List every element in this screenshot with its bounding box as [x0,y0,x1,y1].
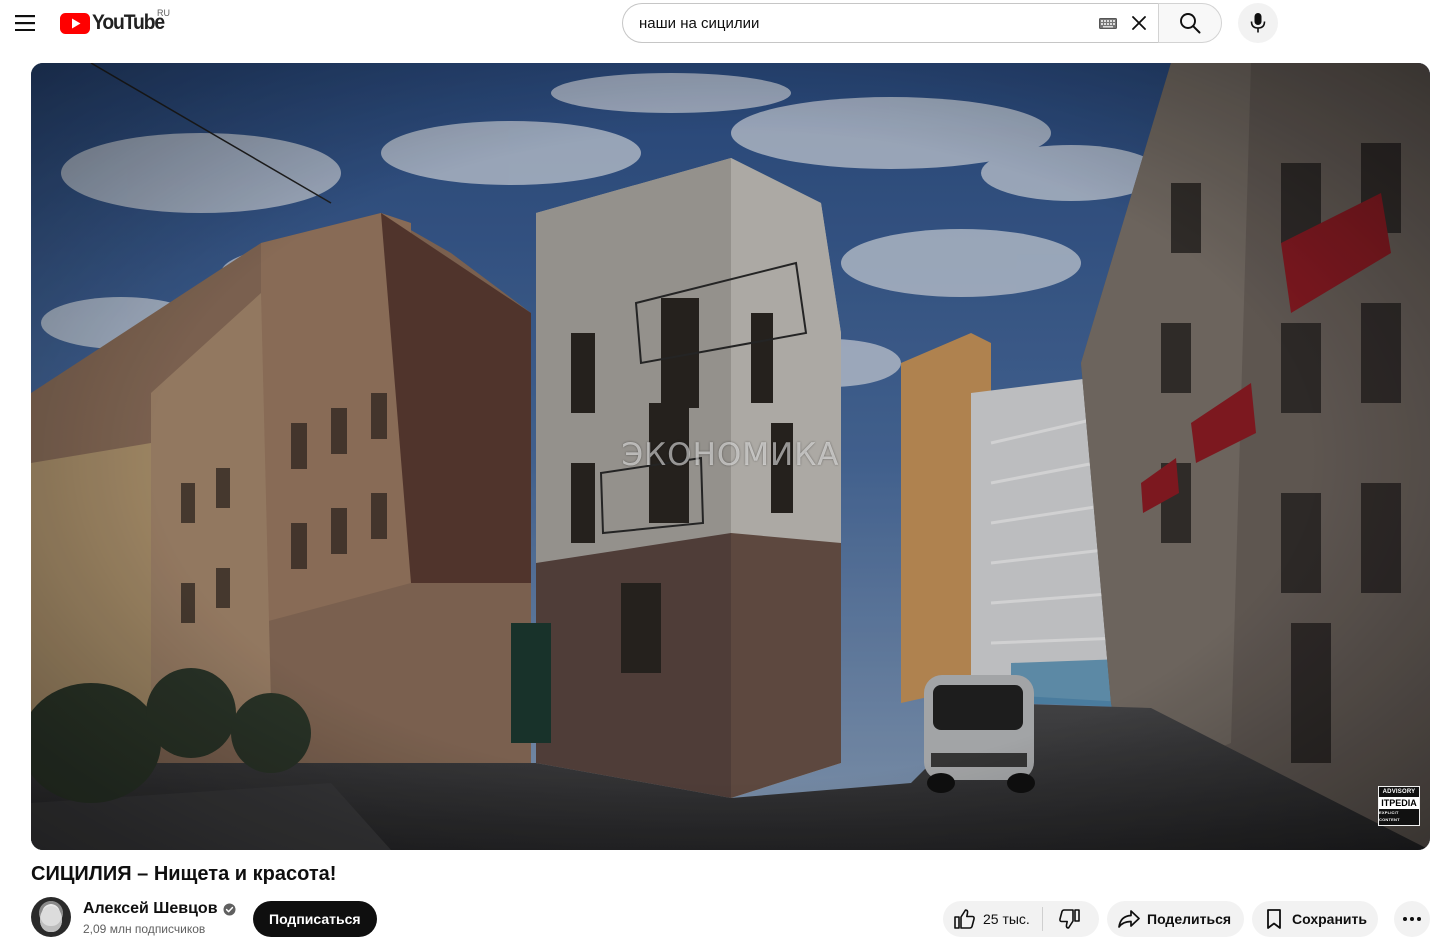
more-actions-button[interactable] [1394,901,1430,937]
subscriber-count: 2,09 млн подписчиков [83,922,206,936]
search-input[interactable] [639,4,1098,42]
thumbs-up-icon [953,907,977,931]
share-label: Поделиться [1147,911,1232,927]
advisory-middle-text: ITPEDIA [1379,796,1419,809]
video-overlay-caption: ЭКОНОМИКА [621,437,840,473]
keyboard-icon[interactable] [1098,13,1118,33]
guide-menu-button[interactable] [6,4,44,42]
region-code: RU [157,8,170,18]
channel-name[interactable]: Алексей Шевцов [83,900,218,918]
youtube-logo[interactable]: YouTube [60,10,170,36]
close-icon[interactable] [1126,10,1152,36]
thumbs-down-icon [1057,907,1081,931]
hamburger-menu-icon [15,15,35,31]
like-button[interactable]: 25 тыс. [943,901,1042,937]
video-title: СИЦИЛИЯ – Нищета и красота! [31,863,337,885]
share-arrow-icon [1117,907,1141,931]
share-button[interactable]: Поделиться [1107,901,1244,937]
search-bar [622,3,1222,43]
channel-avatar[interactable] [31,897,71,937]
subscribe-button[interactable]: Подписаться [253,901,377,937]
advisory-bottom-text: EXPLICIT CONTENT [1379,810,1400,822]
bookmark-icon [1262,907,1286,931]
video-player[interactable]: ЭКОНОМИКА ADVISORY ITPEDIA EXPLICIT CONT… [31,63,1430,850]
parental-advisory-badge: ADVISORY ITPEDIA EXPLICIT CONTENT [1378,786,1420,826]
save-label: Сохранить [1292,911,1367,927]
like-dislike-group: 25 тыс. [943,901,1099,937]
more-horizontal-icon [1403,917,1421,921]
video-owner: Алексей Шевцов 2,09 млн подписчиков [31,897,236,938]
youtube-play-icon [60,12,90,34]
logo-text: YouTube [92,11,165,34]
voice-search-button[interactable] [1238,3,1278,43]
search-icon [1179,12,1201,34]
advisory-top-text: ADVISORY [1382,789,1416,795]
verified-check-icon [223,903,236,916]
search-button[interactable] [1158,3,1222,43]
save-button[interactable]: Сохранить [1252,901,1378,937]
microphone-icon [1250,12,1266,34]
owner-info: Алексей Шевцов 2,09 млн подписчиков [83,900,236,936]
masthead: YouTube RU [0,0,1440,46]
search-box [622,3,1158,43]
channel-row: Алексей Шевцов [83,900,236,918]
dislike-button[interactable] [1043,901,1095,937]
like-count: 25 тыс. [983,911,1030,927]
